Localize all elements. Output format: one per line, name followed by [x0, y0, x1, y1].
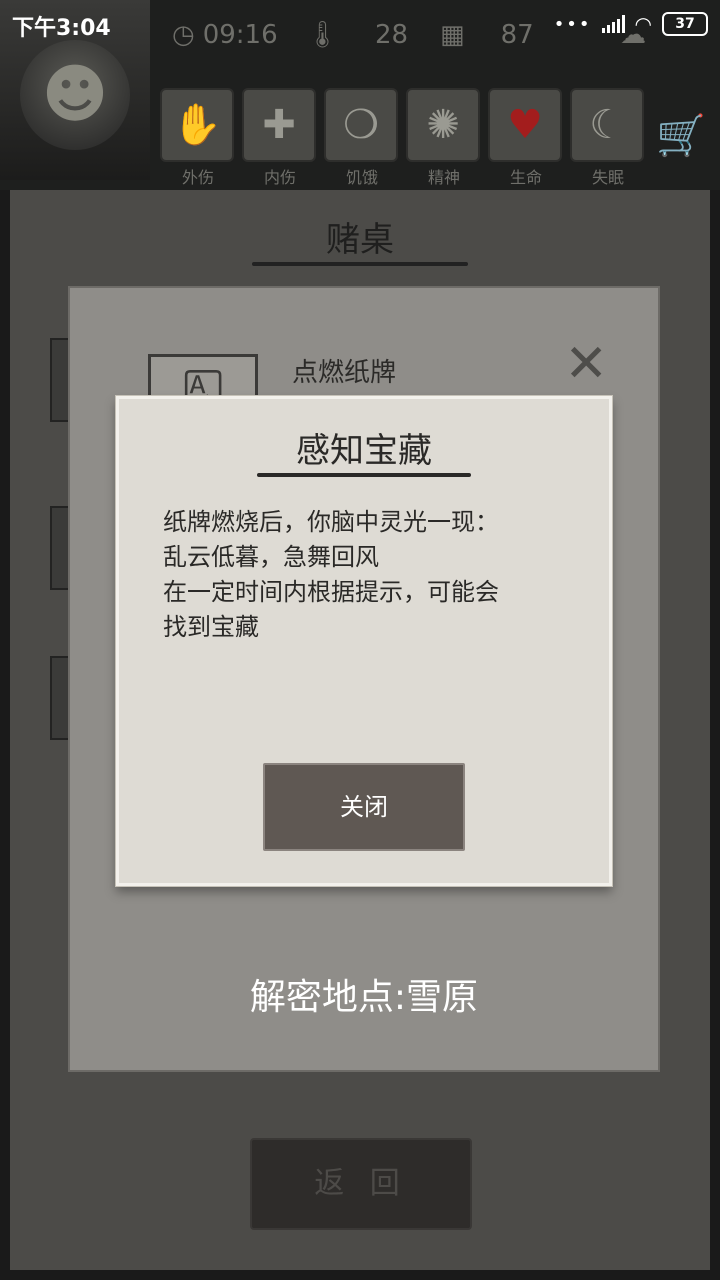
- ailment-bar: ✋ 外伤 ✚ 内伤 ❍ 饥饿 ✺ 精神 ♥ 生命 ☾ 失眠: [160, 88, 646, 187]
- ailment-insomnia[interactable]: ☾ 失眠: [570, 88, 646, 187]
- ailment-label: 内伤: [263, 168, 296, 187]
- close-icon[interactable]: ✕: [564, 334, 608, 394]
- decrypt-location-text: 解密地点:雪原: [249, 977, 479, 1018]
- mind-icon: ✺: [406, 88, 480, 162]
- ailment-label: 外伤: [181, 168, 214, 187]
- ailment-hunger[interactable]: ❍ 饥饿: [324, 88, 400, 187]
- shop-cart-icon[interactable]: 🛒: [656, 112, 706, 159]
- title-divider: [257, 473, 471, 477]
- ailment-label: 饥饿: [345, 168, 378, 187]
- wifi-icon: ◠: [634, 12, 652, 36]
- stomach-icon: ❍: [324, 88, 398, 162]
- ailment-label: 失眠: [591, 168, 624, 187]
- signal-icon: [601, 15, 625, 33]
- status-bar: 下午3:04 ••• ◠ 37: [0, 0, 720, 50]
- cross-icon: ✚: [242, 88, 316, 162]
- body-line: 在一定时间内根据提示，可能会: [163, 578, 499, 606]
- heart-icon: ♥: [488, 88, 562, 162]
- ailment-label: 生命: [509, 168, 542, 187]
- body-line: 纸牌燃烧后，你脑中灵光一现：: [163, 508, 499, 536]
- status-time: 下午3:04: [12, 16, 111, 41]
- hand-icon: ✋: [160, 88, 234, 162]
- close-button[interactable]: 关闭: [263, 763, 465, 851]
- ailment-external-injury[interactable]: ✋ 外伤: [160, 88, 236, 187]
- dialog-body: 纸牌燃烧后，你脑中灵光一现： 乱云低暮，急舞回风 在一定时间内根据提示，可能会 …: [163, 505, 573, 645]
- ailment-internal-injury[interactable]: ✚ 内伤: [242, 88, 318, 187]
- sense-treasure-dialog: 感知宝藏 纸牌燃烧后，你脑中灵光一现： 乱云低暮，急舞回风 在一定时间内根据提示…: [116, 396, 612, 886]
- ailment-mind[interactable]: ✺ 精神: [406, 88, 482, 187]
- title-divider: [252, 262, 468, 266]
- item-title: 点燃纸牌: [292, 358, 397, 388]
- ailment-label: 精神: [427, 168, 460, 187]
- status-icons: ••• ◠ 37: [554, 12, 708, 36]
- dialog-title: 感知宝藏: [296, 431, 432, 471]
- back-button[interactable]: 返 回: [250, 1138, 472, 1230]
- more-dots-icon: •••: [553, 13, 592, 35]
- body-line: 乱云低暮，急舞回风: [163, 543, 379, 571]
- character-face-icon: ☻: [20, 40, 130, 150]
- ailment-life[interactable]: ♥ 生命: [488, 88, 564, 187]
- body-line: 找到宝藏: [163, 613, 259, 641]
- panel-title: 赌桌: [326, 220, 394, 260]
- battery-icon: 37: [662, 12, 708, 36]
- moon-icon: ☾: [570, 88, 644, 162]
